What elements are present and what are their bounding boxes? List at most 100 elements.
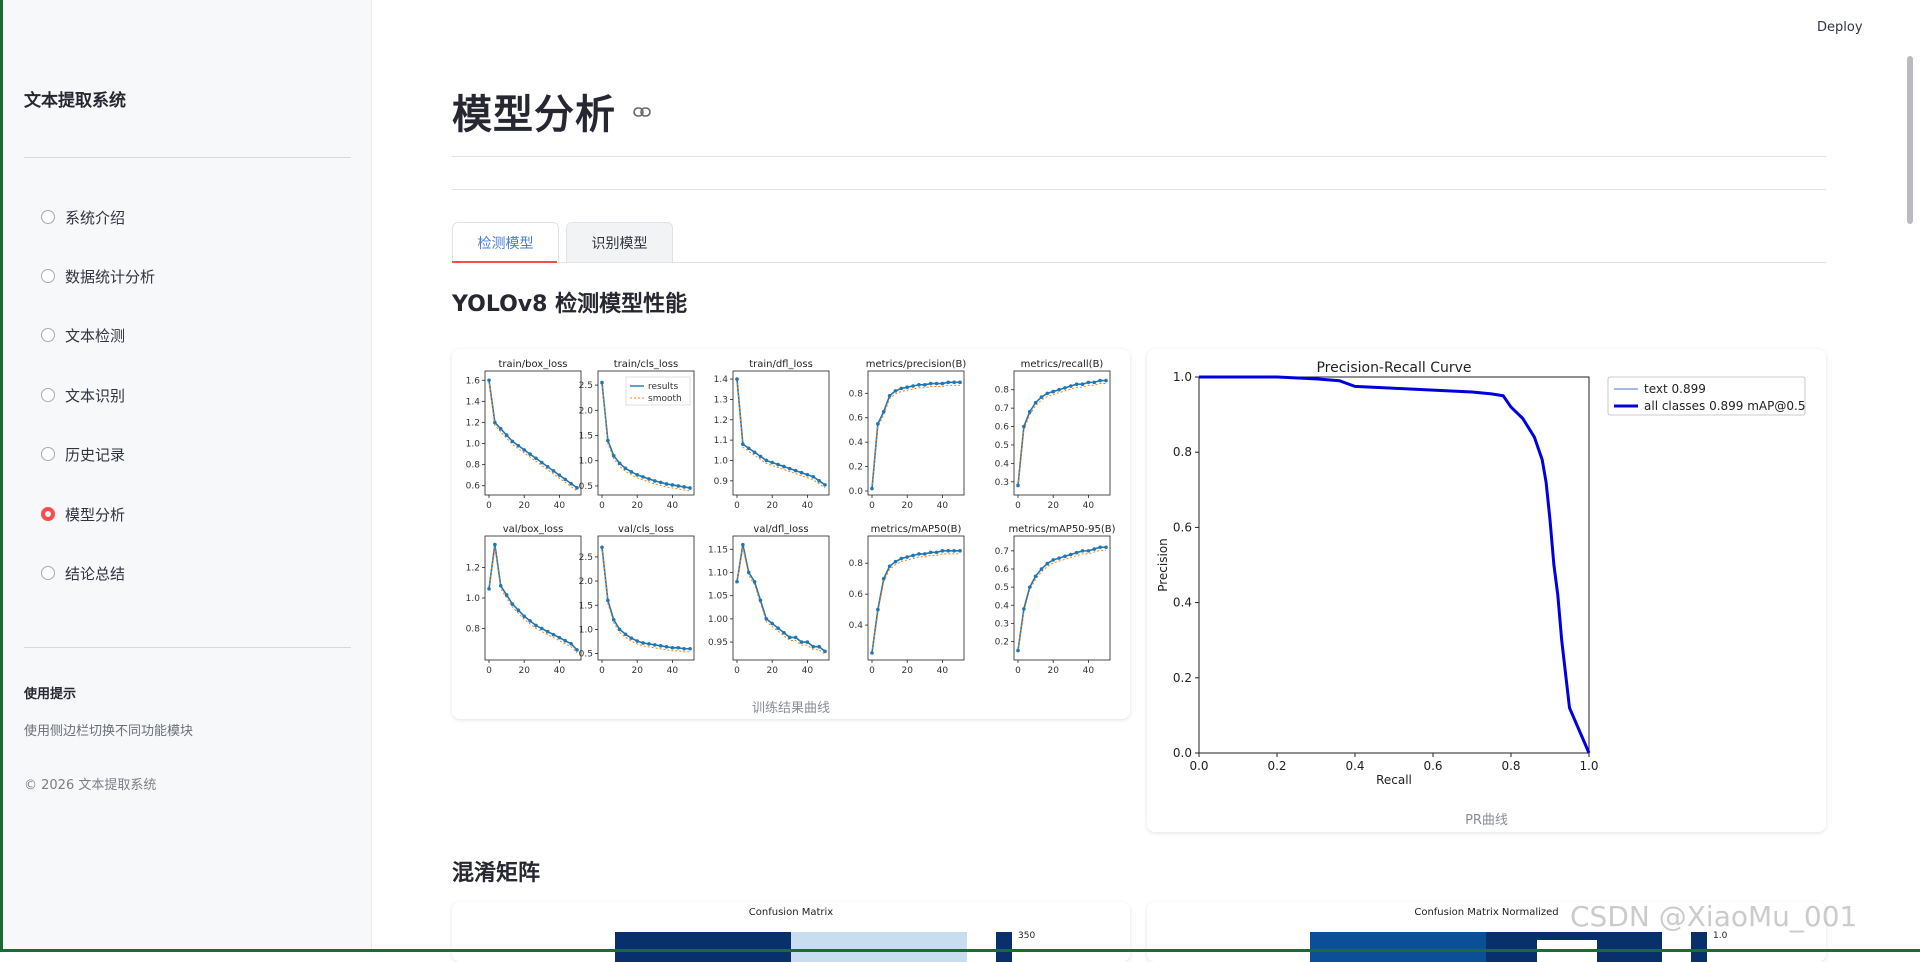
radio-icon[interactable] [41, 269, 55, 283]
radio-selected-icon[interactable] [41, 507, 55, 521]
y-tick-label: 1.0 [714, 456, 729, 466]
x-tick-label: 0 [869, 666, 875, 676]
nav-item-conclusion[interactable]: 结论总结 [41, 560, 125, 586]
section-title-performance: YOLOv8 检测模型性能 [452, 292, 688, 317]
sidebar: 文本提取系统 系统介绍 数据统计分析 文本检测 文本识别 历史记录 模型分析 结… [3, 0, 372, 949]
data-point [606, 438, 610, 443]
data-point [1022, 607, 1026, 611]
data-point [493, 542, 497, 547]
radio-icon[interactable] [41, 328, 55, 342]
panel-title: val/cls_loss [618, 524, 674, 535]
data-point [917, 382, 921, 387]
x-tick-label: 40 [802, 501, 814, 511]
data-point [1074, 550, 1079, 555]
y-tick-label: 1.4 [466, 397, 481, 407]
x-tick-label: 0.6 [1423, 759, 1442, 773]
data-point [557, 473, 562, 477]
training-curves-image: train/box_loss 0.6 0.8 1.0 1.2 1.4 1.6 0 20 40 tra… [466, 359, 1116, 676]
data-point [1098, 378, 1102, 383]
x-tick-label: 20 [901, 501, 913, 511]
x-tick-label: 40 [554, 501, 566, 511]
y-tick-label: 0.7 [995, 547, 1009, 557]
nav-item-text-recognition[interactable]: 文本识别 [41, 382, 125, 408]
data-point [905, 385, 909, 390]
page-title: 模型分析 [452, 92, 616, 138]
data-point [746, 570, 751, 575]
panel-title: val/box_loss [503, 524, 564, 535]
data-point [540, 460, 544, 465]
data-point [1086, 549, 1091, 553]
data-point [741, 442, 745, 446]
y-tick-label: 0.4 [995, 459, 1010, 469]
y-tick-label: 1.5 [579, 432, 593, 442]
y-tick-label: 0.0 [1173, 746, 1192, 760]
matrix-cell [1310, 932, 1486, 962]
radio-icon[interactable] [41, 388, 55, 402]
data-point [563, 477, 568, 482]
x-tick-label: 20 [631, 501, 643, 511]
data-point [958, 549, 962, 553]
data-point [528, 619, 532, 623]
data-point [600, 380, 604, 385]
y-tick-label: 1.4 [714, 375, 729, 385]
x-tick-label: 0 [1015, 501, 1021, 511]
data-point [563, 638, 568, 643]
data-point [504, 433, 509, 437]
y-tick-label: 0.2 [995, 638, 1009, 648]
nav-item-history[interactable]: 历史记录 [41, 441, 125, 467]
data-point [928, 381, 933, 386]
y-tick-label: 1.10 [708, 568, 728, 578]
data-point [1033, 574, 1038, 579]
data-point [1039, 567, 1044, 571]
y-tick-label: 0.5 [995, 583, 1009, 593]
data-point [1045, 391, 1050, 396]
nav-item-statistics[interactable]: 数据统计分析 [41, 263, 155, 289]
pr-caption: PR曲线 [1465, 813, 1508, 828]
data-point [617, 627, 622, 632]
y-tick-label: 0.4 [849, 438, 864, 448]
deploy-button[interactable]: Deploy [1817, 20, 1863, 35]
data-point [1022, 424, 1026, 429]
data-point [522, 448, 526, 452]
data-point [893, 559, 898, 564]
radio-icon[interactable] [41, 566, 55, 580]
data-point [881, 409, 886, 414]
x-tick-label: 40 [937, 666, 949, 676]
panel-title: train/dfl_loss [749, 359, 813, 370]
data-point [647, 477, 651, 481]
nav-item-intro[interactable]: 系统介绍 [41, 204, 125, 230]
data-point [811, 474, 816, 479]
data-point [1104, 378, 1108, 383]
colorbar [996, 932, 1012, 962]
panel-title: metrics/recall(B) [1021, 359, 1104, 370]
tab-detection-model[interactable]: 检测模型 [452, 222, 559, 263]
panel-frame [1013, 535, 1111, 661]
x-tick-label: 0 [599, 501, 605, 511]
nav-item-model-analysis[interactable]: 模型分析 [41, 501, 125, 527]
y-tick-label: 1.0 [579, 625, 594, 635]
data-point [905, 555, 909, 559]
x-tick-label: 1.0 [1579, 759, 1598, 773]
tab-recognition-model[interactable]: 识别模型 [566, 222, 673, 263]
radio-icon[interactable] [41, 447, 55, 461]
legend-label: text 0.899 [1644, 382, 1706, 396]
tip-title: 使用提示 [24, 687, 77, 702]
link-icon[interactable] [633, 106, 651, 118]
scrollbar-thumb[interactable] [1907, 56, 1913, 224]
x-tick-label: 40 [667, 501, 679, 511]
data-point [911, 384, 915, 388]
data-point [940, 549, 945, 553]
data-point [1045, 561, 1050, 566]
data-point [658, 644, 663, 648]
x-tick-label: 40 [667, 666, 679, 676]
panel-title: metrics/precision(B) [866, 359, 967, 370]
y-tick-label: 0.6 [1173, 520, 1192, 534]
data-point [540, 626, 544, 631]
data-point [1057, 387, 1061, 392]
radio-icon[interactable] [41, 210, 55, 224]
nav-item-text-detection[interactable]: 文本检测 [41, 322, 125, 348]
data-point [670, 645, 675, 650]
y-tick-label: 0.8 [995, 386, 1010, 396]
tip-text: 使用侧边栏切换不同功能模块 [24, 724, 194, 739]
nav-label: 历史记录 [65, 445, 126, 464]
